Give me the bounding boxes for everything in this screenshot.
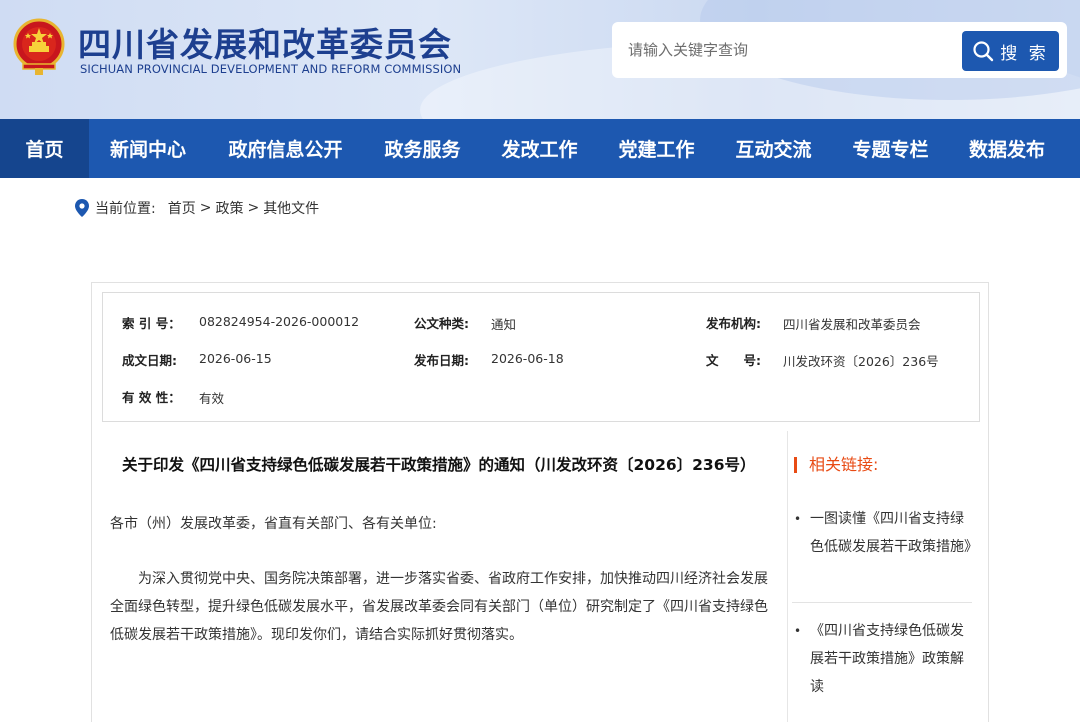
related-link[interactable]: • 《四川省支持绿色低碳发展若干政策措施》政策解读 <box>794 617 972 701</box>
related-links-title: 相关链接: <box>794 457 878 473</box>
meta-index-value: 082824954-2026-000012 <box>199 314 360 329</box>
meta-docno-label: 文 号: <box>706 353 761 368</box>
nav-item-data-release[interactable]: 数据发布 <box>949 119 1065 178</box>
nav-item-special-topics[interactable]: 专题专栏 <box>832 119 949 178</box>
meta-type-label: 公文种类: <box>414 316 469 331</box>
meta-created-value: 2026-06-15 <box>199 351 272 366</box>
document-greeting: 各市（州）发展改革委，省直有关部门、各有关单位: <box>110 516 437 532</box>
related-link-text[interactable]: 《四川省支持绿色低碳发展若干政策措施》政策解读 <box>810 623 964 695</box>
meta-published-value: 2026-06-18 <box>491 351 564 366</box>
meta-type-value: 通知 <box>491 317 517 332</box>
breadcrumb-other-files[interactable]: 其他文件 <box>263 198 319 218</box>
meta-validity-value: 有效 <box>199 391 225 406</box>
nav-item-party-building[interactable]: 党建工作 <box>598 119 715 178</box>
document-meta-table: 索 引 号： 082824954-2026-000012 公文种类: 通知 发布… <box>102 292 980 422</box>
breadcrumb-policy[interactable]: 政策 <box>215 198 243 218</box>
related-links-sidebar: 相关链接: • 一图读懂《四川省支持绿色低碳发展若干政策措施》 • 《四川省支持… <box>787 431 979 722</box>
search-icon <box>973 41 994 62</box>
nav-item-interaction[interactable]: 互动交流 <box>715 119 832 178</box>
document-body: 为深入贯彻党中央、国务院决策部署，进一步落实省委、省政府工作安排，加快推动四川经… <box>110 571 768 643</box>
meta-index-label: 索 引 号： <box>122 316 181 331</box>
related-link-text[interactable]: 一图读懂《四川省支持绿色低碳发展若干政策措施》 <box>810 511 978 555</box>
search-input[interactable] <box>628 37 948 63</box>
document-title: 关于印发《四川省支持绿色低碳发展若干政策措施》的通知（川发改环资〔2026〕23… <box>122 456 756 474</box>
search-button-label: 搜 索 <box>1000 43 1049 64</box>
site-subtitle: SICHUAN PROVINCIAL DEVELOPMENT AND REFOR… <box>80 62 462 76</box>
location-pin-icon <box>75 199 89 217</box>
main-nav: 首页 新闻中心 政府信息公开 政务服务 发改工作 党建工作 互动交流 专题专栏 … <box>0 119 1080 178</box>
nav-item-news[interactable]: 新闻中心 <box>89 119 207 178</box>
meta-published-label: 发布日期: <box>414 353 469 368</box>
breadcrumb-separator: > <box>199 200 212 216</box>
content-panel: 索 引 号： 082824954-2026-000012 公文种类: 通知 发布… <box>91 282 989 722</box>
breadcrumb-separator: > <box>247 200 260 216</box>
breadcrumb-home[interactable]: 首页 <box>168 198 196 218</box>
bullet-icon: • <box>794 624 802 638</box>
search-button[interactable]: 搜 索 <box>962 31 1059 71</box>
search-box: 搜 索 <box>612 22 1067 78</box>
nav-item-gov-info[interactable]: 政府信息公开 <box>207 119 364 178</box>
related-link[interactable]: • 一图读懂《四川省支持绿色低碳发展若干政策措施》 <box>794 505 978 561</box>
meta-created-label: 成文日期: <box>122 353 177 368</box>
nav-item-services[interactable]: 政务服务 <box>364 119 481 178</box>
meta-issuer-value: 四川省发展和改革委员会 <box>783 317 921 332</box>
breadcrumb-prefix: 当前位置: <box>95 201 156 217</box>
national-emblem-icon[interactable] <box>13 18 65 76</box>
meta-issuer-label: 发布机构: <box>706 316 761 331</box>
site-title[interactable]: 四川省发展和改革委员会 <box>78 18 452 66</box>
nav-item-home[interactable]: 首页 <box>0 119 89 178</box>
site-header: 四川省发展和改革委员会 SICHUAN PROVINCIAL DEVELOPME… <box>0 0 1080 119</box>
divider <box>792 602 972 603</box>
bullet-icon: • <box>794 512 802 526</box>
nav-item-reform-work[interactable]: 发改工作 <box>481 119 598 178</box>
meta-validity-label: 有 效 性： <box>122 390 181 405</box>
breadcrumb: 当前位置: 首页 > 政策 > 其他文件 <box>75 198 319 218</box>
meta-docno-value: 川发改环资〔2026〕236号 <box>783 354 939 369</box>
